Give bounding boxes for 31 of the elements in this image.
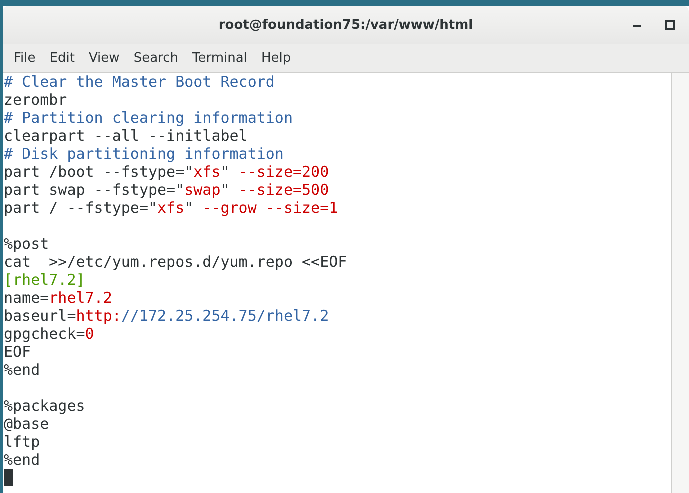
menu-item[interactable]: File <box>7 50 43 66</box>
maximize-icon[interactable] <box>665 20 675 30</box>
menu-item[interactable]: Edit <box>42 50 82 66</box>
code-line: part swap --fstype="swap" --size=500 <box>4 181 330 199</box>
code-line: # Disk partitioning information <box>4 145 285 163</box>
menu-item[interactable]: Search <box>126 50 186 66</box>
code-line: # Partition clearing information <box>4 109 294 127</box>
menu-item[interactable]: Terminal <box>185 50 254 66</box>
code-line: %packages <box>4 397 86 415</box>
code-line: gpgcheck=0 <box>4 325 96 343</box>
code-line: [rhel7.2] <box>4 271 86 289</box>
code-line: EOF <box>4 343 32 361</box>
code-line: name=rhel7.2 <box>4 289 114 307</box>
code-line: lftp <box>4 433 42 451</box>
code-line: cat >>/etc/yum.repos.d/yum.repo <<EOF <box>4 253 348 271</box>
scrollbar-track[interactable] <box>671 73 689 493</box>
code-line: %post <box>4 235 50 253</box>
window-title: root@foundation75:/var/www/html <box>218 18 474 32</box>
code-line: %end <box>4 361 42 379</box>
code-line: # Clear the Master Boot Record <box>4 73 276 91</box>
code-line: part /boot --fstype="xfs" --size=200 <box>4 163 330 181</box>
code-line: @base <box>4 415 50 433</box>
menu-item[interactable]: View <box>82 50 127 66</box>
code-line: zerombr <box>4 91 68 109</box>
text-cursor <box>4 469 13 486</box>
minimize-icon[interactable] <box>633 24 641 26</box>
menu-item[interactable]: Help <box>254 50 298 66</box>
code-line: %end <box>4 451 42 469</box>
code-line: clearpart --all --initlabel <box>4 127 249 145</box>
code-line: part / --fstype="xfs" --grow --size=1 <box>4 199 340 217</box>
code-line: baseurl=http://172.25.254.75/rhel7.2 <box>4 307 330 325</box>
